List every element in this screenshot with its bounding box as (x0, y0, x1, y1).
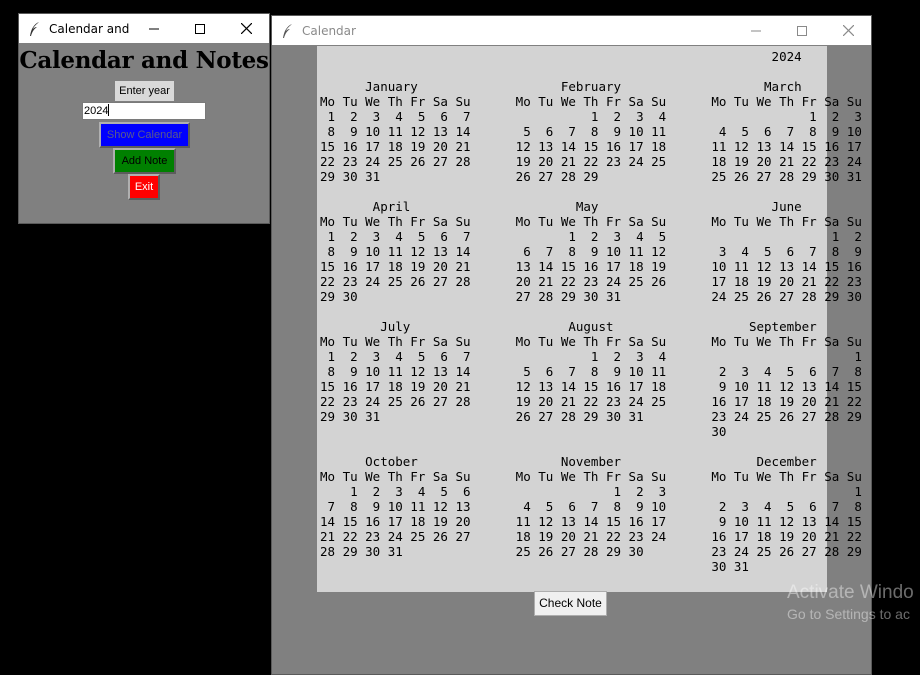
feather-icon (280, 23, 296, 39)
activation-watermark: Activate Windo Go to Settings to ac (787, 582, 914, 622)
window-title: Calendar and ... (49, 21, 131, 36)
main-window: Calendar and ... Calendar and Notes Ente… (18, 13, 270, 224)
feather-icon (27, 21, 43, 37)
close-icon[interactable] (825, 16, 871, 45)
exit-button[interactable]: Exit (128, 174, 160, 200)
show-calendar-button[interactable]: Show Calendar (99, 122, 190, 148)
calendar-window-titlebar[interactable]: Calendar (272, 16, 871, 45)
maximize-icon[interactable] (177, 14, 223, 43)
calendar-window: Calendar 2024 January February March Mo … (271, 15, 872, 675)
year-input[interactable]: 2024 (82, 102, 206, 120)
year-input-value: 2024 (84, 105, 109, 117)
minimize-icon[interactable] (131, 14, 177, 43)
main-window-body: Calendar and Notes Enter year 2024 Show … (19, 43, 269, 223)
text-caret (108, 104, 110, 116)
calendar-display: 2024 January February March Mo Tu We Th … (317, 46, 862, 592)
check-note-button[interactable]: Check Note (534, 591, 607, 616)
main-window-titlebar[interactable]: Calendar and ... (19, 14, 269, 43)
add-note-button[interactable]: Add Note (113, 148, 176, 174)
calendar-text: 2024 January February March Mo Tu We Th … (320, 49, 862, 574)
watermark-line1: Activate Windo (787, 582, 914, 603)
minimize-icon[interactable] (733, 16, 779, 45)
calendar-window-body: 2024 January February March Mo Tu We Th … (272, 45, 871, 674)
watermark-line2: Go to Settings to ac (787, 606, 910, 622)
maximize-icon[interactable] (779, 16, 825, 45)
window-title: Calendar (302, 23, 356, 38)
close-icon[interactable] (223, 14, 269, 43)
year-label: Enter year (115, 81, 174, 101)
app-heading: Calendar and Notes (19, 47, 269, 74)
